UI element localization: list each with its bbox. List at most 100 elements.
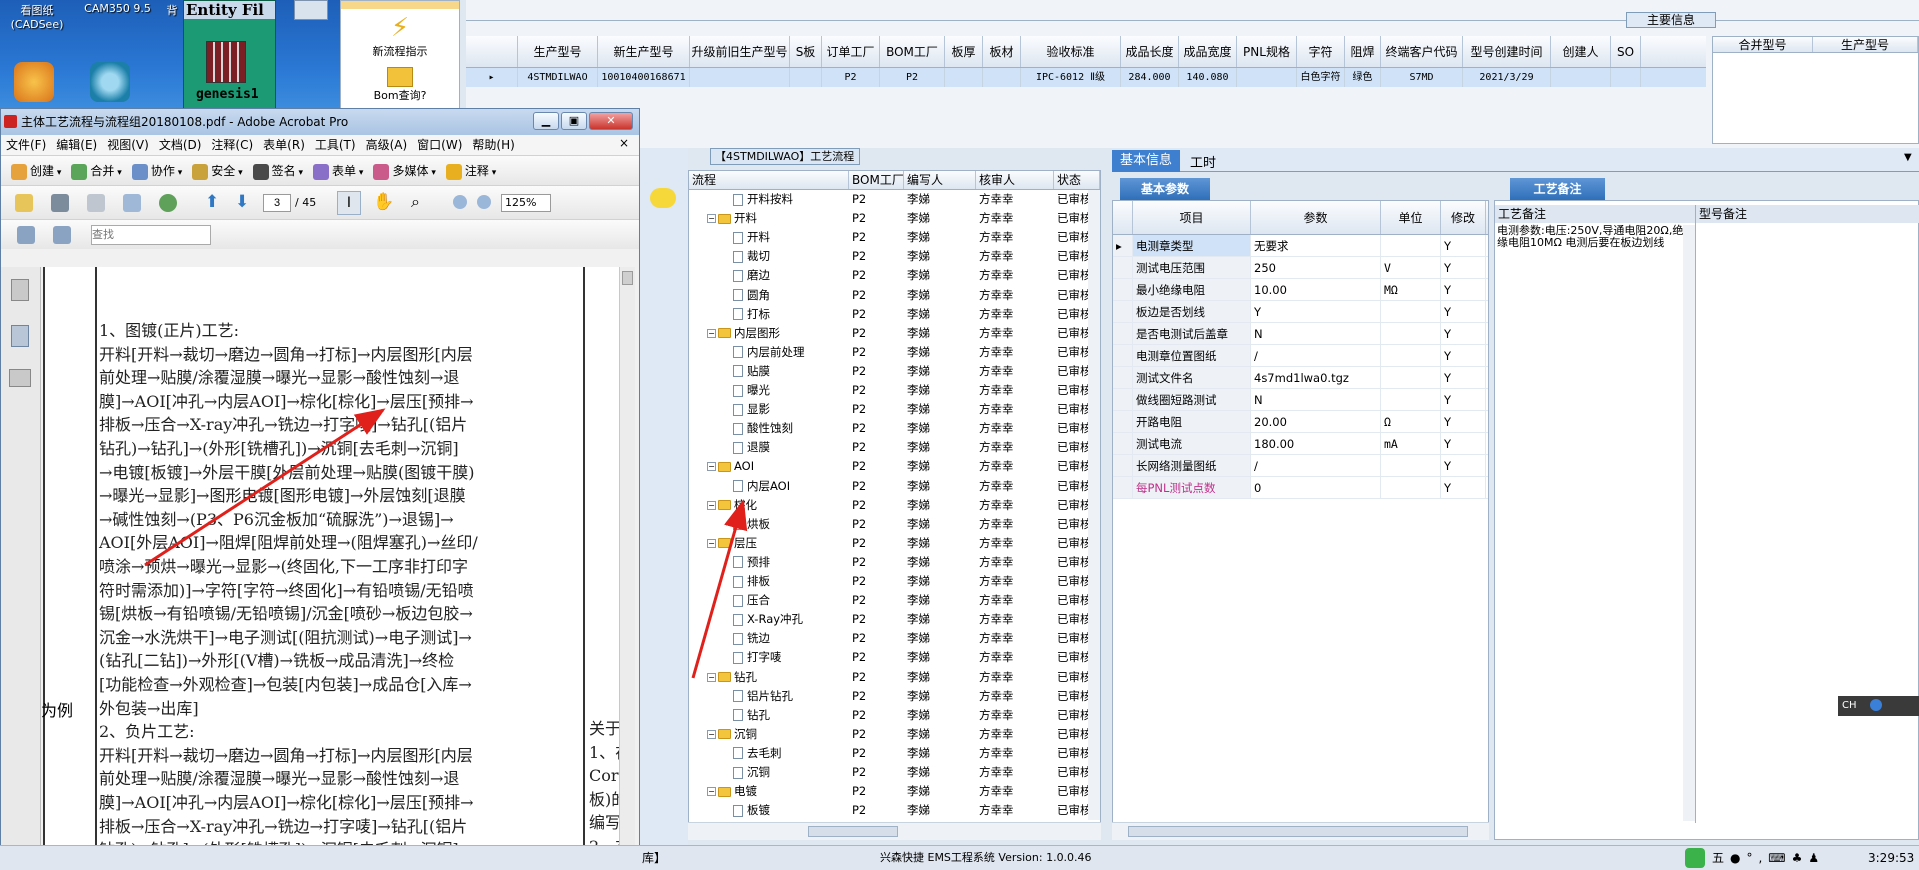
collapse-toggle-icon[interactable]: −: [707, 462, 716, 472]
toolbar-2-button[interactable]: 协作 ▾: [131, 162, 182, 180]
flow-tree-row[interactable]: 铣边 P2 李娣 方幸幸 已审核: [689, 629, 1100, 648]
col-header[interactable]: 验收标准: [1021, 36, 1121, 67]
remarks-scrollbar[interactable]: [1683, 225, 1695, 821]
genesis-icon[interactable]: [206, 41, 246, 83]
param-row[interactable]: 测试电压范围 250 V Y: [1113, 257, 1488, 279]
table-cell[interactable]: [945, 68, 983, 87]
param-unit-cell[interactable]: [1381, 455, 1441, 476]
flow-tree-row[interactable]: 钻孔 P2 李娣 方幸幸 已审核: [689, 706, 1100, 725]
param-unit-cell[interactable]: MΩ: [1381, 279, 1441, 300]
param-unit-cell[interactable]: [1381, 301, 1441, 322]
new-flow-button[interactable]: ⚡ 新流程指示: [341, 13, 459, 59]
cadsee-icon[interactable]: [14, 62, 54, 102]
flow-tree-row[interactable]: − 电镀 P2 李娣 方幸幸 已审核: [689, 782, 1100, 801]
flow-tree-row[interactable]: X-Ray冲孔 P2 李娣 方幸幸 已审核: [689, 610, 1100, 629]
param-param-cell[interactable]: 180.00: [1251, 433, 1381, 454]
collapse-toggle-icon[interactable]: −: [707, 500, 716, 510]
table-cell[interactable]: 284.000: [1121, 68, 1179, 87]
table-cell[interactable]: [983, 68, 1021, 87]
col-header[interactable]: 创建人: [1551, 36, 1611, 67]
param-mod-cell[interactable]: Y: [1441, 301, 1486, 322]
param-mod-cell[interactable]: Y: [1441, 389, 1486, 410]
menu-item[interactable]: 窗口(W): [412, 135, 467, 155]
col-header[interactable]: BOM工厂: [880, 36, 945, 67]
menu-item[interactable]: 编辑(E): [51, 135, 102, 155]
table-cell[interactable]: [790, 68, 822, 87]
param-param-cell[interactable]: Y: [1251, 301, 1381, 322]
email-icon[interactable]: [123, 194, 141, 212]
param-mod-cell[interactable]: Y: [1441, 257, 1486, 278]
select-tool-icon[interactable]: I: [337, 191, 361, 215]
row-selector[interactable]: [1113, 345, 1133, 366]
param-row[interactable]: 测试文件名 4s7md1lwa0.tgz Y: [1113, 367, 1488, 389]
flow-tree-row[interactable]: − 沉铜 P2 李娣 方幸幸 已审核: [689, 725, 1100, 744]
table-cell[interactable]: 白色字符: [1297, 68, 1345, 87]
menu-item[interactable]: 帮助(H): [467, 135, 519, 155]
row-selector[interactable]: [1113, 323, 1133, 344]
param-row[interactable]: 最小绝缘电阻 10.00 MΩ Y: [1113, 279, 1488, 301]
fit-page-icon[interactable]: [53, 226, 71, 244]
menu-item[interactable]: 表单(R): [258, 135, 310, 155]
param-row[interactable]: 板边是否划线 Y Y: [1113, 301, 1488, 323]
col-header[interactable]: 终端客户代码: [1381, 36, 1463, 67]
table-cell[interactable]: S7MD: [1381, 68, 1463, 87]
page-number-input[interactable]: [263, 194, 291, 212]
col-header[interactable]: 成品宽度: [1179, 36, 1237, 67]
cam350-icon[interactable]: [90, 62, 130, 102]
flow-tree-row[interactable]: 沉铜 P2 李娣 方幸幸 已审核: [689, 763, 1100, 782]
param-row[interactable]: 每PNL测试点数 0 Y: [1113, 477, 1488, 499]
flow-tree-row[interactable]: 圆角 P2 李娣 方幸幸 已审核: [689, 286, 1100, 305]
param-param-cell[interactable]: N: [1251, 323, 1381, 344]
param-row[interactable]: 做线圈短路测试 N Y: [1113, 389, 1488, 411]
flow-tree-row[interactable]: 开料按料 P2 李娣 方幸幸 已审核: [689, 190, 1100, 209]
flow-tree-row[interactable]: 退膜 P2 李娣 方幸幸 已审核: [689, 438, 1100, 457]
param-row[interactable]: 开路电阻 20.00 Ω Y: [1113, 411, 1488, 433]
flow-hscroll-thumb[interactable]: [808, 826, 898, 837]
collapse-toggle-icon[interactable]: −: [707, 328, 716, 338]
row-selector[interactable]: [1113, 257, 1133, 278]
menu-item[interactable]: 注释(C): [206, 135, 258, 155]
menu-item[interactable]: 文件(F): [1, 135, 51, 155]
row-selector[interactable]: [1113, 411, 1133, 432]
param-row[interactable]: ▸ 电测章类型 无要求 Y: [1113, 235, 1488, 257]
flow-vertical-scrollbar[interactable]: [1088, 190, 1100, 820]
row-selector[interactable]: [1113, 455, 1133, 476]
flow-tree-row[interactable]: 裁切 P2 李娣 方幸幸 已审核: [689, 247, 1100, 266]
row-selector[interactable]: ▸: [466, 68, 518, 87]
col-header[interactable]: 阻焊: [1345, 36, 1381, 67]
flow-tree-row[interactable]: 内层AOI P2 李娣 方幸幸 已审核: [689, 477, 1100, 496]
flow-tree-row[interactable]: 贴膜 P2 李娣 方幸幸 已审核: [689, 362, 1100, 381]
tab-basic-info[interactable]: 基本信息: [1112, 150, 1180, 172]
process-remarks-text[interactable]: 电测参数:电压:250V,导通电阻20Ω,绝缘电阻10MΩ 电测后要在板边划线: [1497, 225, 1687, 249]
attachments-icon[interactable]: [11, 325, 29, 347]
maximize-button[interactable]: ▣: [561, 112, 587, 130]
table-cell[interactable]: IPC-6012 Ⅱ级: [1021, 68, 1121, 87]
param-unit-cell[interactable]: [1381, 235, 1441, 256]
col-header[interactable]: 板材: [983, 36, 1021, 67]
flow-col-header[interactable]: 流程: [689, 171, 849, 189]
menu-item[interactable]: 工具(T): [310, 135, 361, 155]
param-param-cell[interactable]: N: [1251, 389, 1381, 410]
desktop-icon-cadsee-label[interactable]: 看图纸 (CADSee): [2, 2, 72, 31]
search-input[interactable]: [91, 225, 211, 245]
flow-tree-row[interactable]: − 钻孔 P2 李娣 方幸幸 已审核: [689, 668, 1100, 687]
prev-page-icon[interactable]: ⬆: [205, 192, 219, 212]
col-header[interactable]: 字符: [1297, 36, 1345, 67]
desktop-icon-cam350-label[interactable]: CAM350 9.5: [75, 2, 160, 15]
flow-tree-row[interactable]: 板镀 P2 李娣 方幸幸 已审核: [689, 801, 1100, 820]
minimize-button[interactable]: ▁: [533, 112, 559, 130]
flow-horizontal-scrollbar[interactable]: [688, 822, 1101, 840]
param-row[interactable]: 电测章位置图纸 / Y: [1113, 345, 1488, 367]
print-icon[interactable]: [51, 194, 69, 212]
pdf-viewport[interactable]: 为例 1、图镀(正片)工艺: 开料[开料→裁切→磨边→圆角→打标]→内层图形[内层…: [41, 267, 623, 870]
toolbar-4-button[interactable]: 签名 ▾: [252, 162, 303, 180]
col-header[interactable]: SO: [1611, 36, 1641, 67]
menu-item[interactable]: 文档(D): [154, 135, 207, 155]
toolbar-0-button[interactable]: 创建 ▾: [11, 162, 61, 180]
ime-toolbar-icons[interactable]: 五●°,⌨♣♟: [1712, 846, 1825, 870]
table-cell[interactable]: [1611, 68, 1641, 87]
tab-work-hours[interactable]: 工时: [1190, 152, 1216, 171]
sogou-ime-icon[interactable]: [1685, 848, 1705, 868]
flow-tree-row[interactable]: 显影 P2 李娣 方幸幸 已审核: [689, 400, 1100, 419]
param-param-cell[interactable]: 10.00: [1251, 279, 1381, 300]
